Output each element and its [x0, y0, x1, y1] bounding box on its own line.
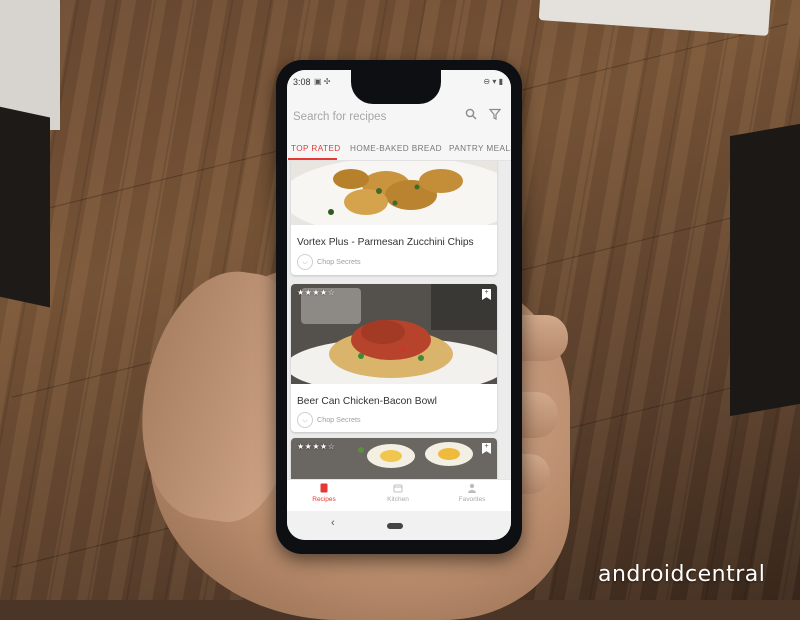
plus-icon: +: [484, 289, 489, 296]
tab-home-baked-bread[interactable]: HOME-BAKED BREAD: [350, 144, 442, 153]
author-logo: ◡: [297, 412, 313, 428]
star-rating: ★★★★☆: [297, 288, 336, 297]
status-time: 3:08: [293, 77, 311, 87]
search-icon[interactable]: [463, 108, 479, 124]
tab-pantry-meals[interactable]: PANTRY MEALS: [449, 144, 511, 153]
home-pill-button[interactable]: [387, 523, 403, 529]
category-tabs: TOP RATED HOME-BAKED BREAD PANTRY MEALS: [287, 138, 511, 161]
recipe-author: Chop Secrets: [317, 257, 361, 266]
star-rating: ★★★★☆: [297, 442, 336, 451]
system-status-icons: ⊖ ▾ ▮: [483, 77, 503, 86]
dark-cabinet-right: [730, 123, 800, 417]
tab-top-rated[interactable]: TOP RATED: [291, 144, 341, 153]
dark-cabinet-left: [0, 102, 50, 308]
nav-favorites[interactable]: Favorites: [435, 483, 509, 503]
recipes-icon: [320, 483, 328, 493]
phone-screen: 3:08 ▣ ✣ ⊖ ▾ ▮ TOP RATED HOME-BAKED BREA…: [287, 70, 511, 540]
recipe-author: Chop Secrets: [317, 415, 361, 424]
search-input[interactable]: [291, 106, 455, 128]
nav-label: Recipes: [312, 496, 336, 503]
active-tab-indicator: [288, 158, 337, 160]
recipe-feed[interactable]: Vortex Plus - Parmesan Zucchini Chips ◡ …: [287, 161, 511, 479]
phone: 3:08 ▣ ✣ ⊖ ▾ ▮ TOP RATED HOME-BAKED BREA…: [276, 60, 522, 554]
author-logo: ◡: [297, 254, 313, 270]
recipe-image-zucchini-chips: [291, 161, 497, 225]
nav-recipes[interactable]: Recipes: [287, 483, 361, 503]
nav-label: Favorites: [458, 496, 486, 503]
bottom-navigation: Recipes Kitchen Favorites: [287, 479, 511, 512]
filter-icon[interactable]: [487, 108, 503, 124]
nav-label: Kitchen: [387, 496, 409, 503]
watermark-logo: androidcentral: [598, 562, 766, 587]
favorites-icon: [468, 483, 476, 493]
recipe-card[interactable]: ★★★★☆ +: [291, 438, 497, 479]
display-notch: [351, 70, 441, 104]
back-button[interactable]: ‹: [331, 517, 335, 529]
system-navigation-bar: ‹: [287, 511, 511, 540]
kitchen-icon: [393, 484, 403, 493]
notification-icons: ▣ ✣: [314, 77, 331, 86]
plus-icon: +: [484, 443, 489, 450]
recipe-image-chicken-bacon-bowl: [291, 284, 497, 384]
recipe-card[interactable]: ★★★★☆ + Beer Can Chicken-Bacon Bowl ◡ Ch…: [291, 284, 497, 432]
recipe-title: Beer Can Chicken-Bacon Bowl: [297, 396, 437, 407]
search-bar: [287, 100, 511, 134]
recipe-card[interactable]: Vortex Plus - Parmesan Zucchini Chips ◡ …: [291, 161, 497, 275]
recipe-title: Vortex Plus - Parmesan Zucchini Chips: [297, 237, 474, 248]
nav-kitchen[interactable]: Kitchen: [361, 483, 435, 503]
